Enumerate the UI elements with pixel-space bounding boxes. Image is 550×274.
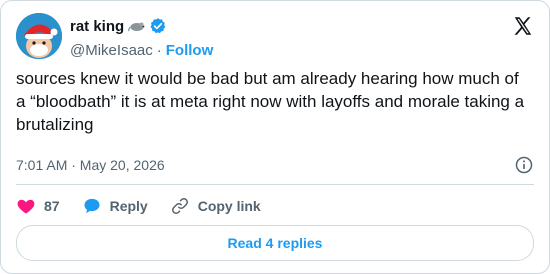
name-row: rat king [70,15,167,37]
link-icon [171,198,188,214]
verified-badge-icon [149,17,167,35]
reply-bubble-icon [84,198,100,214]
like-button[interactable]: 87 [16,196,60,216]
avatar-image [16,13,62,59]
follow-button[interactable]: Follow [166,42,214,59]
heart-icon [17,199,35,214]
copy-link-button[interactable]: Copy link [170,196,261,216]
avatar[interactable] [16,13,62,59]
divider [16,184,534,185]
copy-link-label: Copy link [197,198,261,214]
tweet-header: rat king @MikeIsaac · Follow [16,13,534,59]
handle[interactable]: @MikeIsaac [70,42,153,59]
tweet-text: sources knew it would be bad but am alre… [16,69,529,134]
handle-row: @MikeIsaac · Follow [70,40,213,60]
info-icon[interactable] [514,155,534,175]
display-name[interactable]: rat king [70,18,124,35]
like-count: 87 [44,198,60,214]
x-logo-icon[interactable] [512,15,534,37]
action-bar: 87 Reply Copy link [16,194,283,218]
read-replies-button[interactable]: Read 4 replies [16,225,534,261]
tweet-card: rat king @MikeIsaac · Follow sources kne… [0,0,550,274]
separator: · [156,41,162,59]
timestamp[interactable]: 7:01 AM · May 20, 2026 [16,157,165,173]
reply-label: Reply [109,198,148,214]
reply-button[interactable]: Reply [82,196,148,216]
rat-emoji-icon [128,20,146,32]
tweet-meta: 7:01 AM · May 20, 2026 [16,155,534,175]
